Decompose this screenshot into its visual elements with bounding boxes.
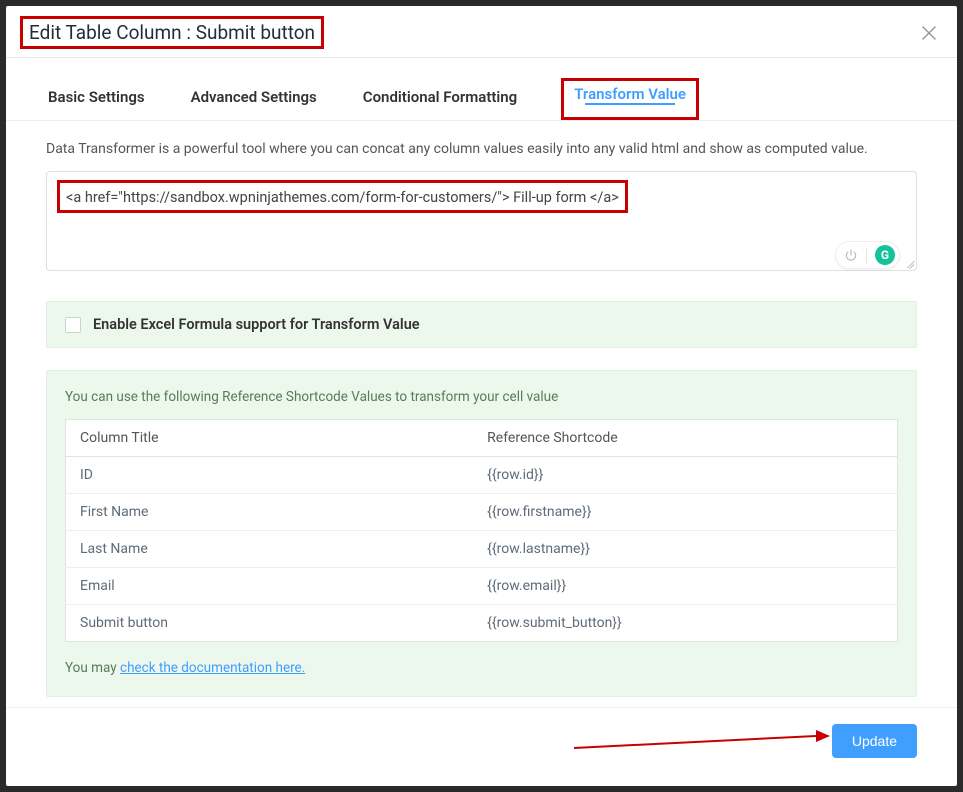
- table-row: Last Name {{row.lastname}}: [66, 531, 898, 568]
- reference-col-title: Column Title: [66, 420, 474, 457]
- modal-dialog: Edit Table Column : Submit button Basic …: [6, 6, 957, 786]
- tab-basic-settings[interactable]: Basic Settings: [46, 82, 147, 116]
- excel-formula-option[interactable]: Enable Excel Formula support for Transfo…: [46, 301, 917, 348]
- cell-title: Email: [66, 568, 474, 605]
- cell-shortcode: {{row.email}}: [473, 568, 897, 605]
- power-icon: [844, 248, 858, 262]
- update-button[interactable]: Update: [832, 724, 917, 758]
- cell-title: Last Name: [66, 531, 474, 568]
- cell-title: ID: [66, 457, 474, 494]
- table-row: Submit button {{row.submit_button}}: [66, 605, 898, 642]
- reference-panel: You can use the following Reference Shor…: [46, 370, 917, 697]
- tab-conditional-formatting[interactable]: Conditional Formatting: [361, 82, 519, 116]
- cell-title: First Name: [66, 494, 474, 531]
- reference-table: Column Title Reference Shortcode ID {{ro…: [65, 419, 898, 642]
- tab-transform-value-highlight: Transform Value: [561, 78, 699, 120]
- cell-shortcode: {{row.lastname}}: [473, 531, 897, 568]
- tab-content: Data Transformer is a powerful tool wher…: [6, 121, 957, 707]
- modal-footer: Update: [6, 707, 957, 774]
- reference-col-shortcode: Reference Shortcode: [473, 420, 897, 457]
- modal-body: Basic Settings Advanced Settings Conditi…: [6, 58, 957, 786]
- excel-formula-checkbox[interactable]: [65, 317, 81, 333]
- cell-shortcode: {{row.firstname}}: [473, 494, 897, 531]
- table-row: ID {{row.id}}: [66, 457, 898, 494]
- resize-handle-icon[interactable]: [904, 258, 914, 268]
- transform-textarea[interactable]: <a href="https://sandbox.wpninjathemes.c…: [46, 171, 917, 271]
- grammar-badge-icon: G: [875, 245, 895, 265]
- annotation-arrow-icon: [572, 726, 832, 756]
- divider: [866, 247, 867, 263]
- transform-textarea-highlight: <a href="https://sandbox.wpninjathemes.c…: [57, 180, 628, 213]
- close-icon[interactable]: [921, 25, 937, 41]
- tab-advanced-settings[interactable]: Advanced Settings: [189, 82, 319, 116]
- table-row: First Name {{row.firstname}}: [66, 494, 898, 531]
- table-row: Email {{row.email}}: [66, 568, 898, 605]
- transform-description: Data Transformer is a powerful tool wher…: [46, 141, 917, 157]
- modal-title: Edit Table Column : Submit button: [20, 16, 324, 49]
- excel-formula-label: Enable Excel Formula support for Transfo…: [93, 316, 420, 333]
- cell-title: Submit button: [66, 605, 474, 642]
- textarea-toolbar: G: [826, 240, 916, 270]
- cell-shortcode: {{row.id}}: [473, 457, 897, 494]
- reference-intro: You can use the following Reference Shor…: [65, 389, 898, 405]
- grammar-widget[interactable]: G: [835, 241, 900, 269]
- cell-shortcode: {{row.submit_button}}: [473, 605, 897, 642]
- tab-bar: Basic Settings Advanced Settings Conditi…: [6, 58, 957, 121]
- documentation-link[interactable]: check the documentation here.: [120, 660, 305, 676]
- doc-prefix: You may: [65, 660, 120, 676]
- modal-header: Edit Table Column : Submit button: [6, 6, 957, 58]
- documentation-line: You may check the documentation here.: [65, 660, 898, 676]
- transform-textarea-value: <a href="https://sandbox.wpninjathemes.c…: [66, 189, 619, 206]
- tab-transform-value[interactable]: Transform Value: [574, 85, 686, 109]
